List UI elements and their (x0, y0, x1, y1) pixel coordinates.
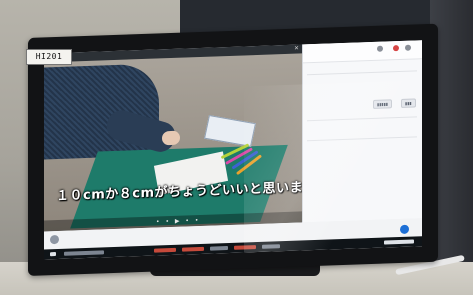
room-label-sticker: HI201 (26, 49, 72, 65)
search-icon[interactable] (377, 45, 383, 52)
start-icon[interactable] (50, 252, 56, 257)
notification-icon[interactable] (393, 45, 399, 52)
taskbar-app[interactable] (210, 246, 228, 251)
divider (307, 70, 417, 76)
taskbar-search[interactable] (64, 250, 104, 256)
gear-icon[interactable] (405, 44, 411, 51)
taskbar-app[interactable] (154, 247, 176, 253)
monitor: ▮▮▮ ▮▮ ▮▮▮▮ × １０cmか８cmがちょうどいいと思います • • ▶… (28, 23, 438, 277)
playback-controls-icon[interactable]: • • ▶ • • (156, 217, 200, 226)
screen: ▮▮▮ ▮▮ ▮▮▮▮ × １０cmか８cmがちょうどいいと思います • • ▶… (44, 40, 422, 260)
taskbar-app[interactable] (182, 246, 204, 252)
person-hand (162, 130, 180, 146)
close-icon[interactable]: × (294, 45, 299, 52)
panel-toolbar (303, 40, 422, 64)
screen-reflection (244, 80, 404, 257)
